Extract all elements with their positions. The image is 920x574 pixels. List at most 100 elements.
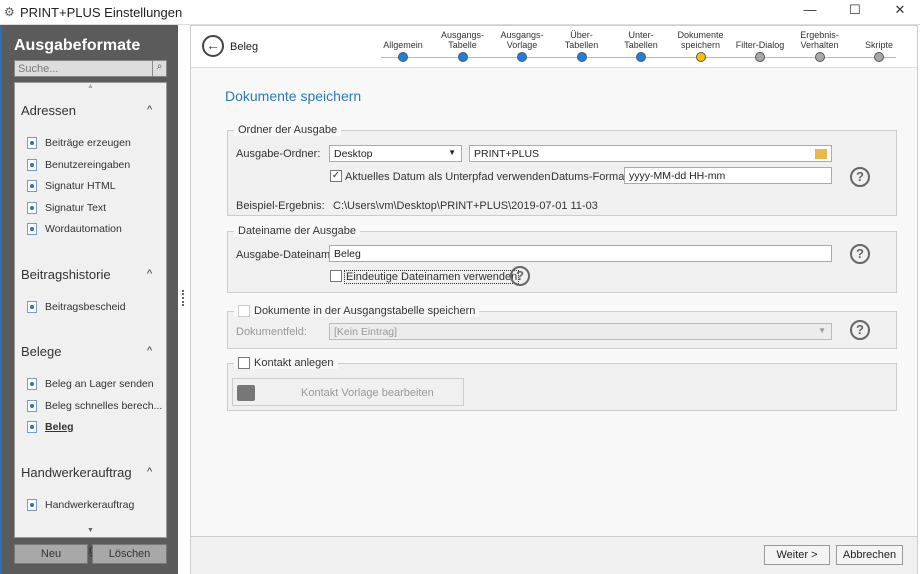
- scroll-up-icon[interactable]: ▲: [87, 83, 94, 90]
- step-label: Ausgangs-: [440, 30, 485, 40]
- document-gear-icon: [27, 300, 37, 313]
- collapse-chevron-icon[interactable]: ^: [147, 466, 152, 478]
- close-button[interactable]: ✕: [885, 2, 915, 22]
- document-gear-icon: [27, 201, 37, 214]
- wizard-step[interactable]: Allgemein: [371, 30, 435, 62]
- help-icon[interactable]: ?: [850, 320, 870, 340]
- splitter-handle[interactable]: [182, 290, 184, 306]
- document-field-select[interactable]: [Kein Eintrag] ▼: [329, 323, 832, 340]
- sidebar-item[interactable]: Beleg schnelles berech...: [27, 399, 163, 412]
- chevron-down-icon: ▼: [818, 326, 826, 335]
- footer: Weiter > Abbrechen: [191, 536, 917, 574]
- group-header[interactable]: Beitragshistorie: [21, 267, 111, 282]
- collapse-chevron-icon[interactable]: ^: [147, 104, 152, 116]
- sidebar-item-label: Beleg: [45, 421, 74, 433]
- collapse-chevron-icon[interactable]: ^: [147, 345, 152, 357]
- folder-icon[interactable]: [815, 149, 827, 159]
- sidebar-item[interactable]: Signatur Text: [27, 201, 106, 214]
- step-label: speichern: [680, 40, 721, 50]
- group-header[interactable]: Adressen: [21, 103, 76, 118]
- search-icon[interactable]: ⌕: [152, 61, 166, 76]
- collapse-chevron-icon[interactable]: ^: [147, 268, 152, 280]
- wizard-step[interactable]: Ausgangs- Vorlage: [490, 30, 554, 62]
- output-path-value: PRINT+PLUS: [474, 148, 540, 160]
- sidebar-item[interactable]: Beitragsbescheid: [27, 300, 126, 313]
- wizard-step[interactable]: Filter-Dialog: [728, 30, 792, 62]
- step-status-dot-icon: [398, 52, 408, 62]
- sidebar-item[interactable]: Wordautomation: [27, 223, 122, 235]
- output-folder-value: Desktop: [334, 148, 373, 160]
- sidebar-item-label: Beleg schnelles berech...: [45, 399, 163, 412]
- step-label: Tabellen: [564, 40, 599, 50]
- output-filename-input[interactable]: Beleg: [329, 245, 832, 262]
- title-bar: ⚙ PRINT+PLUS Einstellungen — ☐ ✕: [0, 0, 920, 25]
- edit-contact-template-button[interactable]: Kontakt Vorlage bearbeiten: [232, 378, 464, 406]
- date-subpath-checkbox[interactable]: ✓: [330, 170, 342, 182]
- sidebar-item-label: Beitragsbescheid: [45, 300, 126, 313]
- unique-filename-checkbox[interactable]: [330, 270, 342, 282]
- step-status-dot-icon: [576, 52, 587, 62]
- cancel-button[interactable]: Abbrechen: [836, 545, 903, 565]
- delete-button[interactable]: Löschen: [92, 544, 167, 564]
- step-label: Filter-Dialog: [735, 40, 785, 50]
- output-folder-select[interactable]: Desktop ▼: [329, 145, 462, 162]
- contact-checkbox[interactable]: [238, 357, 250, 369]
- sidebar-title: Ausgabeformate: [14, 37, 141, 54]
- app-gear-icon: ⚙: [4, 5, 15, 19]
- step-label: Dokumente: [677, 30, 724, 40]
- wizard-step[interactable]: Ausgangs- Tabelle: [431, 30, 495, 62]
- table-docs-group: Dokumente in der Ausgangstabelle speiche…: [227, 305, 897, 349]
- help-icon[interactable]: ?: [850, 244, 870, 264]
- sidebar-item[interactable]: Handwerkerauftrag: [27, 498, 134, 511]
- main-panel: ← Beleg Allgemein Ausgangs- Tabelle Ausgang…: [190, 25, 918, 574]
- new-button[interactable]: Neu: [14, 544, 88, 564]
- group-header[interactable]: Belege: [21, 344, 61, 359]
- wizard-step[interactable]: Unter- Tabellen: [609, 30, 673, 62]
- unique-filename-label: Eindeutige Dateinamen verwenden: [344, 270, 520, 284]
- folder-group: Ordner der Ausgabe Ausgabe-Ordner: Deskt…: [227, 124, 897, 216]
- wizard-step[interactable]: Über- Tabellen: [550, 30, 614, 62]
- table-docs-checkbox[interactable]: [238, 305, 250, 317]
- sidebar-item-label: Beiträge erzeugen: [45, 137, 131, 149]
- date-format-input[interactable]: yyyy-MM-dd HH-mm: [624, 167, 832, 184]
- scroll-down-icon[interactable]: ▼: [87, 527, 94, 534]
- search-placeholder: Suche...: [18, 63, 59, 75]
- help-icon[interactable]: ?: [510, 266, 530, 286]
- filename-group: Dateiname der Ausgabe Ausgabe-Dateiname:…: [227, 225, 897, 293]
- sidebar-item[interactable]: Benutzereingaben: [27, 158, 130, 171]
- filename-group-legend: Dateiname der Ausgabe: [234, 225, 361, 237]
- document-gear-icon: [27, 498, 37, 511]
- output-path-input[interactable]: PRINT+PLUS: [469, 145, 832, 162]
- format-list: ▲ Adressen ^ Beiträge erzeugen Benutzereing…: [14, 82, 167, 557]
- step-status-dot-icon: [457, 52, 468, 62]
- search-input[interactable]: Suche... ⌕: [14, 60, 167, 77]
- output-filename-label: Ausgabe-Dateiname:: [236, 249, 340, 261]
- example-value: C:\Users\vm\Desktop\PRINT+PLUS\2019-07-0…: [333, 200, 598, 212]
- step-label: Vorlage: [506, 40, 538, 50]
- step-label: Unter-: [628, 30, 654, 40]
- wizard-step[interactable]: Skripte: [847, 30, 911, 62]
- document-gear-icon: [27, 378, 37, 390]
- sidebar-item[interactable]: Signatur HTML: [27, 180, 116, 192]
- wizard-step[interactable]: Dokumente speichern: [669, 30, 733, 62]
- minimize-button[interactable]: —: [795, 2, 825, 22]
- example-label: Beispiel-Ergebnis:: [236, 200, 325, 212]
- step-label: Ergebnis-: [800, 30, 839, 40]
- document-gear-icon: [27, 399, 37, 412]
- sidebar-item-label: Beleg an Lager senden: [45, 378, 154, 390]
- step-status-dot-icon: [517, 52, 527, 62]
- next-button[interactable]: Weiter >: [764, 545, 830, 565]
- output-folder-label: Ausgabe-Ordner:: [236, 148, 321, 160]
- document-field-label: Dokumentfeld:: [236, 326, 307, 338]
- wizard-step[interactable]: Ergebnis- Verhalten: [788, 30, 852, 62]
- sidebar-item[interactable]: Beleg an Lager senden: [27, 378, 154, 390]
- back-arrow-icon[interactable]: ←: [202, 35, 224, 57]
- table-docs-label: Dokumente in der Ausgangstabelle speiche…: [254, 305, 476, 317]
- help-icon[interactable]: ?: [850, 167, 870, 187]
- edit-contact-template-label: Kontakt Vorlage bearbeiten: [301, 387, 434, 399]
- sidebar-item[interactable]: Beiträge erzeugen: [27, 137, 131, 149]
- sidebar-item[interactable]: Beleg: [27, 421, 74, 433]
- content-area: Dokumente speichern Ordner der Ausgabe A…: [191, 68, 917, 536]
- group-header[interactable]: Handwerkerauftrag: [21, 465, 132, 480]
- maximize-button[interactable]: ☐: [840, 2, 870, 22]
